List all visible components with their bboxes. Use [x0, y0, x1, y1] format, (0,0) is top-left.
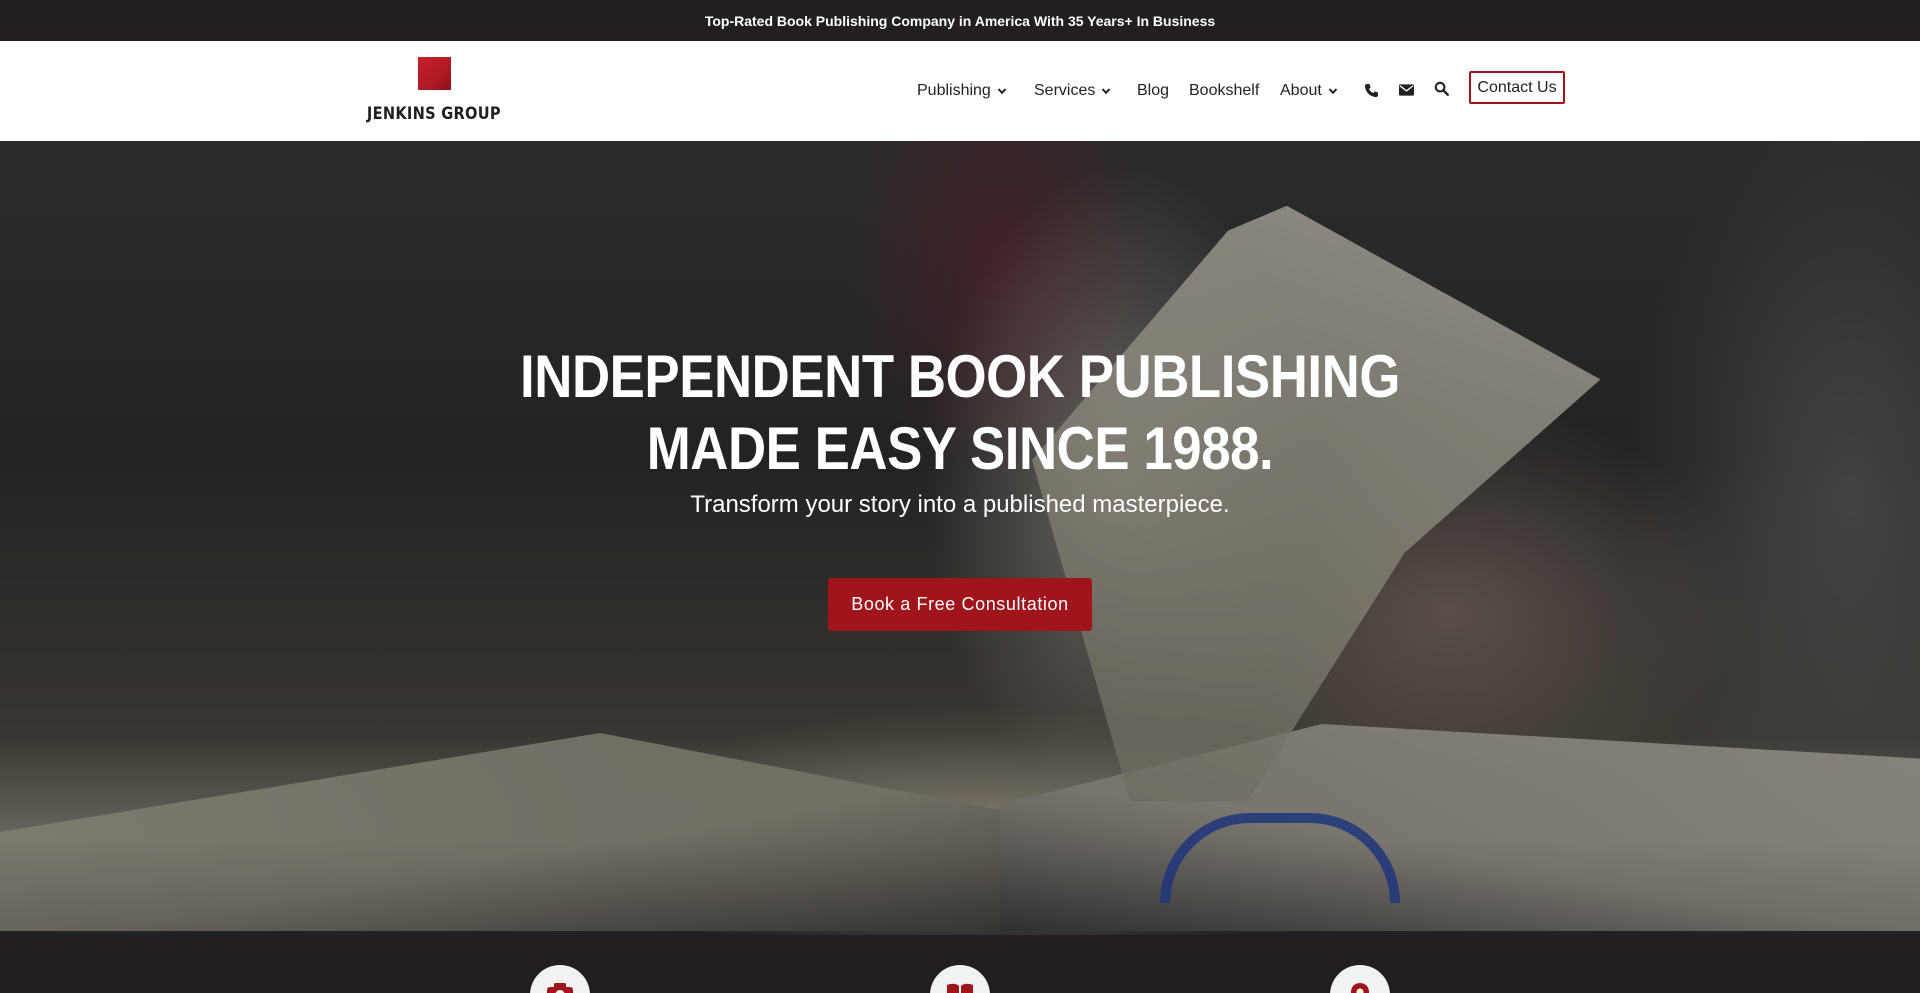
hero-overlay: [0, 141, 1920, 935]
nav-services-label: Services: [1034, 82, 1096, 99]
chevron-down-icon: [1328, 88, 1338, 95]
features-band: [0, 935, 1920, 993]
logo[interactable]: JENKINS GROUP: [359, 57, 509, 127]
nav-blog-label: Blog: [1137, 82, 1170, 99]
nav-bookshelf[interactable]: Bookshelf: [1189, 78, 1259, 104]
hero-subtitle: Transform your story into a published ma…: [690, 491, 1230, 518]
nav-about-label: About: [1280, 82, 1322, 99]
search-icon[interactable]: [1430, 77, 1452, 99]
nav-publishing-label: Publishing: [917, 82, 991, 99]
hero-title-line-1: INDEPENDENT BOOK PUBLISHING: [520, 343, 1400, 410]
site-header: JENKINS GROUP Publishing Services Blog B…: [0, 41, 1920, 141]
hero-title: INDEPENDENT BOOK PUBLISHING MADE EASY SI…: [115, 341, 1805, 485]
hero-title-line-2: MADE EASY SINCE 1988.: [646, 415, 1274, 482]
envelope-icon[interactable]: [1395, 79, 1417, 101]
announcement-bar: Top-Rated Book Publishing Company in Ame…: [0, 0, 1920, 41]
camera-icon: [530, 965, 590, 993]
chevron-down-icon: [997, 88, 1007, 95]
nav-publishing[interactable]: Publishing: [917, 78, 1007, 104]
logo-mark: [417, 57, 451, 90]
announcement-text: Top-Rated Book Publishing Company in Ame…: [704, 12, 1216, 29]
hero-section: INDEPENDENT BOOK PUBLISHING MADE EASY SI…: [0, 141, 1920, 935]
nav-services[interactable]: Services: [1034, 78, 1111, 104]
nav-about[interactable]: About: [1280, 78, 1338, 104]
phone-icon[interactable]: [1360, 79, 1382, 101]
nav-bookshelf-label: Bookshelf: [1189, 82, 1260, 99]
contact-us-button[interactable]: Contact Us: [1469, 71, 1565, 104]
book-consultation-button[interactable]: Book a Free Consultation: [828, 578, 1092, 631]
nav-blog[interactable]: Blog: [1137, 78, 1169, 104]
open-book-icon: [930, 965, 990, 993]
logo-text: JENKINS GROUP: [367, 104, 501, 124]
map-pin-icon: [1330, 965, 1390, 993]
chevron-down-icon: [1102, 88, 1111, 95]
